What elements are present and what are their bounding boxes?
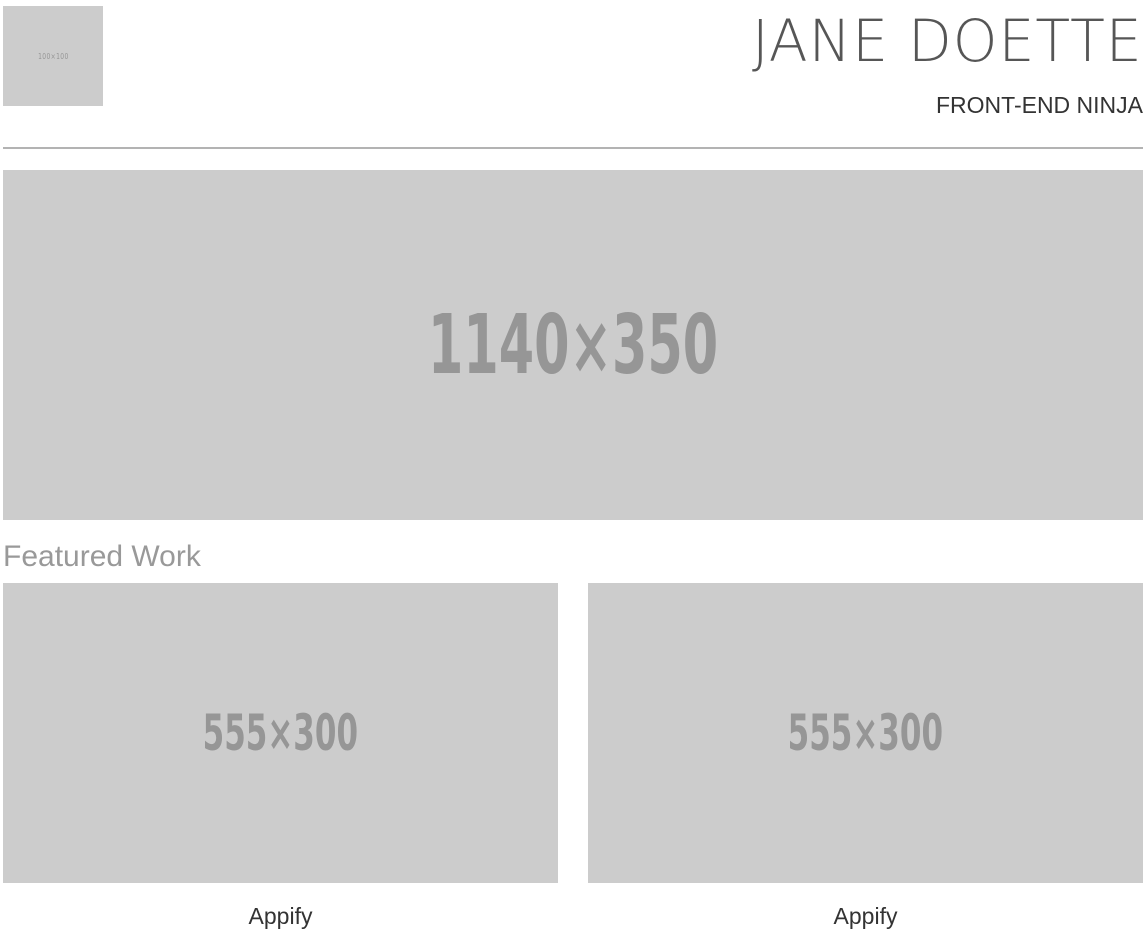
tagline: FRONT-END NINJA bbox=[936, 92, 1143, 118]
page-title: JANE DOETTE bbox=[744, 6, 1143, 76]
header-divider bbox=[3, 147, 1143, 149]
featured-work-caption-1: Appify bbox=[248, 903, 313, 929]
work-1-placeholder-text: 555×300 bbox=[202, 704, 359, 762]
name-text: JANE DOETTE bbox=[752, 7, 1143, 75]
logo-image: 100×100 bbox=[3, 6, 103, 106]
featured-work-caption-2: Appify bbox=[833, 903, 898, 929]
hero-placeholder-text: 1140×350 bbox=[427, 297, 719, 393]
featured-work-image-1[interactable]: 555×300 bbox=[3, 583, 558, 883]
featured-work-image-2[interactable]: 555×300 bbox=[588, 583, 1143, 883]
hero-image: 1140×350 bbox=[3, 170, 1143, 520]
logo-placeholder-text: 100×100 bbox=[37, 51, 69, 61]
work-2-placeholder-text: 555×300 bbox=[787, 704, 944, 762]
featured-work-heading: Featured Work bbox=[3, 540, 201, 573]
